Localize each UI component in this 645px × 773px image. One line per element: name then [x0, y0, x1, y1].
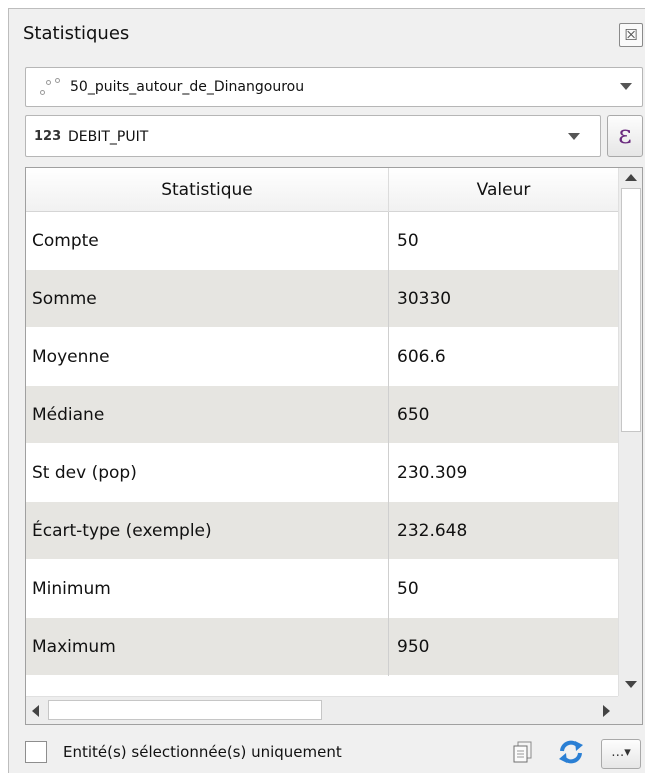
field-select[interactable]: 123 DEBIT_PUIT — [25, 115, 601, 157]
stat-value: 230.309 — [397, 463, 468, 483]
copy-icon[interactable] — [513, 741, 533, 763]
footer-bar: Entité(s) sélectionnée(s) uniquement …▾ — [9, 729, 645, 773]
layer-select-value: 50_puits_autour_de_Dinangourou — [70, 79, 305, 95]
chevron-down-icon — [568, 133, 580, 140]
selected-only-checkbox[interactable] — [25, 741, 47, 763]
refresh-icon[interactable] — [557, 739, 585, 765]
horizontal-scroll-thumb[interactable] — [48, 700, 322, 720]
more-options-button[interactable]: …▾ — [601, 739, 641, 769]
table-row[interactable]: Minimum 50 — [26, 560, 618, 618]
stat-name: Compte — [26, 212, 389, 270]
field-select-value: DEBIT_PUIT — [68, 129, 149, 145]
stat-name: Moyenne — [26, 328, 389, 386]
table-row[interactable]: Compte 50 — [26, 212, 618, 270]
stat-value: 30330 — [397, 289, 452, 309]
table-row[interactable]: Écart-type (exemple) 232.648 — [26, 502, 618, 560]
table-body: Compte 50 Somme 30330 Moyenne 606.6 Médi… — [26, 212, 618, 676]
statistics-table: Statistique Valeur Compte 50 Somme 30330… — [25, 167, 643, 725]
stat-name: Médiane — [26, 386, 389, 444]
stat-name: Écart-type (exemple) — [26, 502, 389, 560]
table-row[interactable]: Somme 30330 — [26, 270, 618, 328]
scroll-left-icon[interactable] — [32, 705, 39, 717]
stat-name: St dev (pop) — [26, 444, 389, 502]
panel-title: Statistiques — [23, 23, 130, 44]
column-header-valeur[interactable]: Valeur — [389, 168, 618, 212]
stat-value: 606.6 — [397, 347, 446, 367]
expression-button[interactable]: ε — [607, 115, 643, 157]
scroll-up-icon[interactable] — [625, 174, 637, 181]
stat-value: 232.648 — [397, 521, 468, 541]
numeric-field-icon: 123 — [34, 129, 62, 144]
selected-only-label[interactable]: Entité(s) sélectionnée(s) uniquement — [63, 743, 342, 761]
table-row[interactable]: Maximum 950 — [26, 618, 618, 676]
horizontal-scrollbar[interactable] — [26, 696, 618, 724]
scroll-down-icon[interactable] — [625, 681, 637, 688]
table-row[interactable]: St dev (pop) 230.309 — [26, 444, 618, 502]
stat-name: Somme — [26, 270, 389, 328]
scrollbar-corner — [618, 696, 642, 724]
chevron-down-icon — [620, 83, 632, 90]
point-layer-icon — [40, 78, 64, 100]
stat-name: Minimum — [26, 560, 389, 618]
vertical-scroll-thumb[interactable] — [621, 188, 641, 432]
stat-value: 50 — [397, 231, 419, 251]
layer-select[interactable]: 50_puits_autour_de_Dinangourou — [25, 67, 643, 107]
stat-value: 950 — [397, 637, 430, 657]
table-row[interactable]: Médiane 650 — [26, 386, 618, 444]
table-row[interactable]: Moyenne 606.6 — [26, 328, 618, 386]
scroll-right-icon[interactable] — [603, 705, 610, 717]
column-header-statistique[interactable]: Statistique — [26, 168, 389, 212]
close-button[interactable]: ☒ — [619, 23, 643, 47]
stat-value: 50 — [397, 579, 419, 599]
stat-name: Maximum — [26, 618, 389, 676]
vertical-scrollbar[interactable] — [618, 168, 642, 696]
table-header: Statistique Valeur — [26, 168, 618, 212]
statistics-panel: Statistiques ☒ 50_puits_autour_de_Dinang… — [8, 8, 645, 773]
title-bar: Statistiques ☒ — [9, 9, 645, 59]
stat-value: 650 — [397, 405, 430, 425]
